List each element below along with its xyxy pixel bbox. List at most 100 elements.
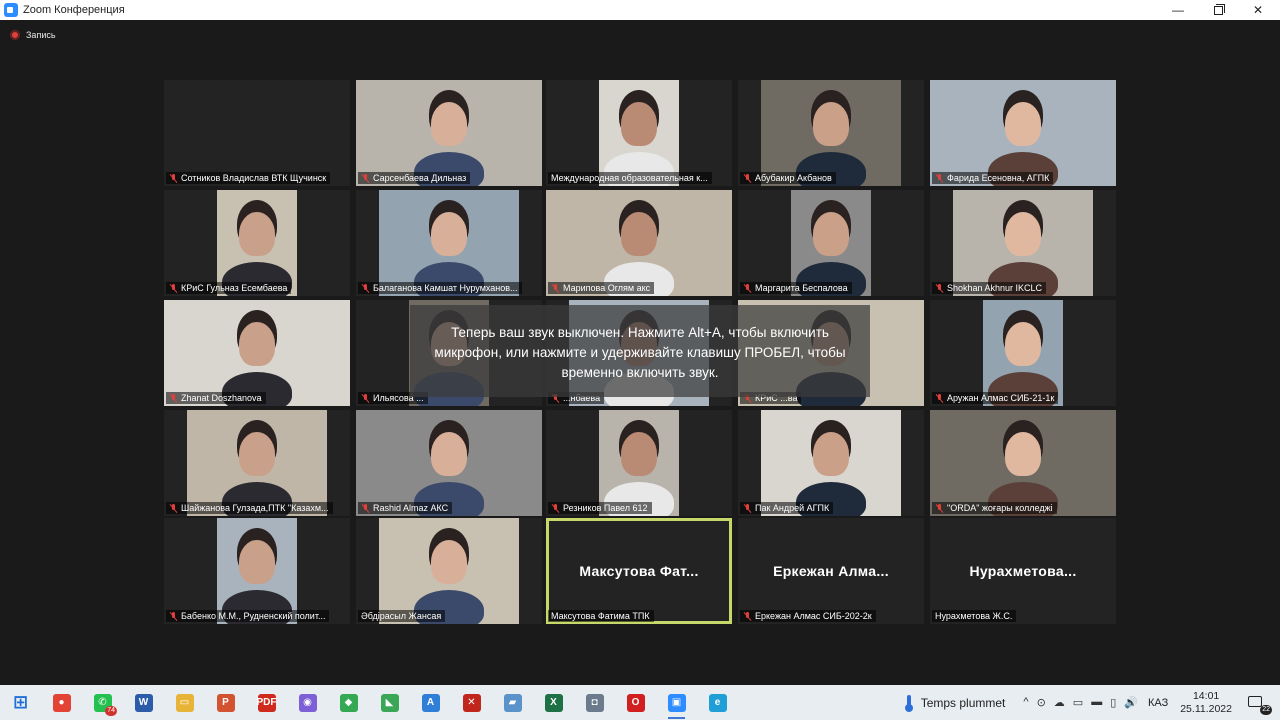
windows-taskbar: ⊞ ● ✆ 74 W ▭ P PDF ◉ ◆ ◣ A ✕ ▰ X ◘ O ▣ e Temps plummet ^ ⊙ ☁…	[0, 685, 1280, 720]
participant-nameplate: Максутова Фатима ТПК	[548, 610, 654, 622]
participant-tile[interactable]: Балаганова Камшат Нурумханов...	[356, 190, 542, 296]
participant-nameplate: Rashid Almaz АКС	[358, 502, 453, 514]
maximize-button[interactable]	[1198, 0, 1238, 20]
participant-tile[interactable]: Бабенко М.М., Рудненский полит...	[164, 518, 350, 624]
taskbar-app-blue-book-button[interactable]: ▰	[492, 685, 533, 720]
window-title: Zoom Конференция	[23, 4, 125, 16]
taskbar-file-explorer-button[interactable]: ▭	[164, 685, 205, 720]
participant-tile[interactable]: Сарсенбаева Дильназ	[356, 80, 542, 186]
mic-muted-icon	[743, 611, 752, 621]
participant-display-name: Максутова Фат...	[579, 563, 699, 579]
participant-tile[interactable]: Пак Андрей АГПК	[738, 410, 924, 516]
taskbar-app-a-button[interactable]: A	[410, 685, 451, 720]
participant-nameplate: Zhanat Doszhanova	[166, 392, 266, 404]
taskbar-app-green-bookmark-button[interactable]: ◣	[369, 685, 410, 720]
participant-tile[interactable]: Аружан Алмас СИБ-21-1к	[930, 300, 1116, 406]
taskbar-camera-button[interactable]: ◘	[574, 685, 615, 720]
participant-video	[599, 410, 679, 516]
taskbar-whatsapp-button[interactable]: ✆ 74	[82, 685, 123, 720]
app-green-leaf-icon: ◆	[339, 693, 358, 712]
participant-tile[interactable]: Марипова Оглям акс	[546, 190, 732, 296]
participant-name: Фарида Есеновна, АГПК	[947, 173, 1050, 183]
participant-tile[interactable]: Международная образовательная к...	[546, 80, 732, 186]
participant-face	[1005, 212, 1041, 256]
participant-tile[interactable]: Максутова Фат... Максутова Фатима ТПК	[546, 518, 732, 624]
participant-tile[interactable]: Резников Павел 612	[546, 410, 732, 516]
taskbar-opera-button[interactable]: O	[615, 685, 656, 720]
participant-tile[interactable]: Абубакир Акбанов	[738, 80, 924, 186]
participant-nameplate: Шайжанова Гулзада,ПТК "Казахм...	[166, 502, 333, 514]
participant-tile[interactable]: Еркежан Алма... Еркежан Алмас СИБ-202-2к	[738, 518, 924, 624]
taskbar-excel-button[interactable]: X	[533, 685, 574, 720]
taskbar-powerpoint-button[interactable]: P	[205, 685, 246, 720]
app-green-bookmark-icon: ◣	[380, 693, 399, 712]
camera-icon: ◘	[585, 693, 604, 712]
participant-tile[interactable]: КРиС Гульназ Есембаева	[164, 190, 350, 296]
zoom-icon: ▣	[667, 693, 686, 712]
participant-tile[interactable]: "ORDA" жоғары колледжі	[930, 410, 1116, 516]
participant-video	[217, 518, 297, 624]
network-icon[interactable]: ▯	[1110, 696, 1116, 709]
participant-display-name: Нурахметова...	[969, 563, 1077, 579]
participant-tile[interactable]: Сотников Владислав ВТК Щучинск	[164, 80, 350, 186]
participant-face	[621, 102, 657, 146]
mic-muted-icon	[169, 393, 178, 403]
participant-tile[interactable]: Rashid Almaz АКС	[356, 410, 542, 516]
participant-tile[interactable]: Нурахметова... Нурахметова Ж.С.	[930, 518, 1116, 624]
participant-tile[interactable]: Әбдірасыл Жансая	[356, 518, 542, 624]
clock[interactable]: 14:01 25.11.2022	[1180, 690, 1232, 716]
participant-tile[interactable]: Zhanat Doszhanova	[164, 300, 350, 406]
taskbar-app-green-leaf-button[interactable]: ◆	[328, 685, 369, 720]
taskbar-edge-button[interactable]: e	[697, 685, 738, 720]
participant-face	[431, 102, 467, 146]
onedrive-icon[interactable]: ☁	[1054, 696, 1065, 709]
notification-center-button[interactable]: 22	[1246, 693, 1272, 715]
taskbar-pdf-tool-button[interactable]: ✕	[451, 685, 492, 720]
display-icon[interactable]: ▭	[1073, 696, 1083, 709]
windows-start-icon: ⊞	[12, 692, 29, 712]
participant-face	[239, 432, 275, 476]
volume-icon[interactable]: 🔊	[1124, 696, 1138, 709]
zoom-app-icon	[4, 3, 18, 17]
participant-tile[interactable]: Фарида Есеновна, АГПК	[930, 80, 1116, 186]
recording-indicator[interactable]: Запись	[10, 30, 56, 40]
participant-face	[813, 212, 849, 256]
minimize-button[interactable]: —	[1158, 0, 1198, 20]
pdf-tool-icon: ✕	[462, 693, 481, 712]
record-icon	[10, 30, 20, 40]
mic-muted-icon	[743, 173, 752, 183]
participant-tile[interactable]: Шайжанова Гулзада,ПТК "Казахм...	[164, 410, 350, 516]
taskbar-windows-start-button[interactable]: ⊞	[0, 685, 41, 720]
show-hidden-icons-icon[interactable]: ^	[1023, 696, 1028, 709]
participant-video	[546, 190, 732, 296]
participant-nameplate: Абубакир Акбанов	[740, 172, 836, 184]
taskbar-pdf-button[interactable]: PDF	[246, 685, 287, 720]
taskbar-chrome-button[interactable]: ●	[41, 685, 82, 720]
taskbar-word-button[interactable]: W	[123, 685, 164, 720]
participant-name: Сарсенбаева Дильназ	[373, 173, 467, 183]
taskbar-app-purple-button[interactable]: ◉	[287, 685, 328, 720]
weather-widget[interactable]: Temps plummet	[904, 694, 1006, 712]
participant-name: Шайжанова Гулзада,ПТК "Казахм...	[181, 503, 329, 513]
weather-text: Temps plummet	[920, 695, 1006, 710]
participant-nameplate: Сарсенбаева Дильназ	[358, 172, 471, 184]
unread-badge: 74	[105, 706, 117, 716]
location-icon[interactable]: ⊙	[1037, 696, 1046, 709]
taskbar-zoom-button[interactable]: ▣	[656, 685, 697, 720]
participant-face	[621, 212, 657, 256]
participant-tile[interactable]: Shokhan Akhnur IKCLC	[930, 190, 1116, 296]
participant-tile[interactable]: Маргарита Беспалова	[738, 190, 924, 296]
participant-name: Әбдірасыл Жансая	[361, 611, 442, 621]
language-indicator[interactable]: КАЗ	[1148, 697, 1168, 709]
participant-video	[930, 80, 1116, 186]
close-button[interactable]: ✕	[1238, 0, 1278, 20]
mic-muted-icon	[935, 283, 944, 293]
participant-name: Маргарита Беспалова	[755, 283, 848, 293]
participant-name: Shokhan Akhnur IKCLC	[947, 283, 1043, 293]
chrome-icon: ●	[52, 693, 71, 712]
participant-video	[599, 80, 679, 186]
muted-notice: Теперь ваш звук выключен. Нажмите Alt+A,…	[410, 305, 870, 397]
battery-icon[interactable]: ▬	[1091, 696, 1102, 709]
taskbar-apps: ⊞ ● ✆ 74 W ▭ P PDF ◉ ◆ ◣ A ✕ ▰ X ◘ O ▣ e	[0, 685, 738, 720]
participant-nameplate: Еркежан Алмас СИБ-202-2к	[740, 610, 876, 622]
